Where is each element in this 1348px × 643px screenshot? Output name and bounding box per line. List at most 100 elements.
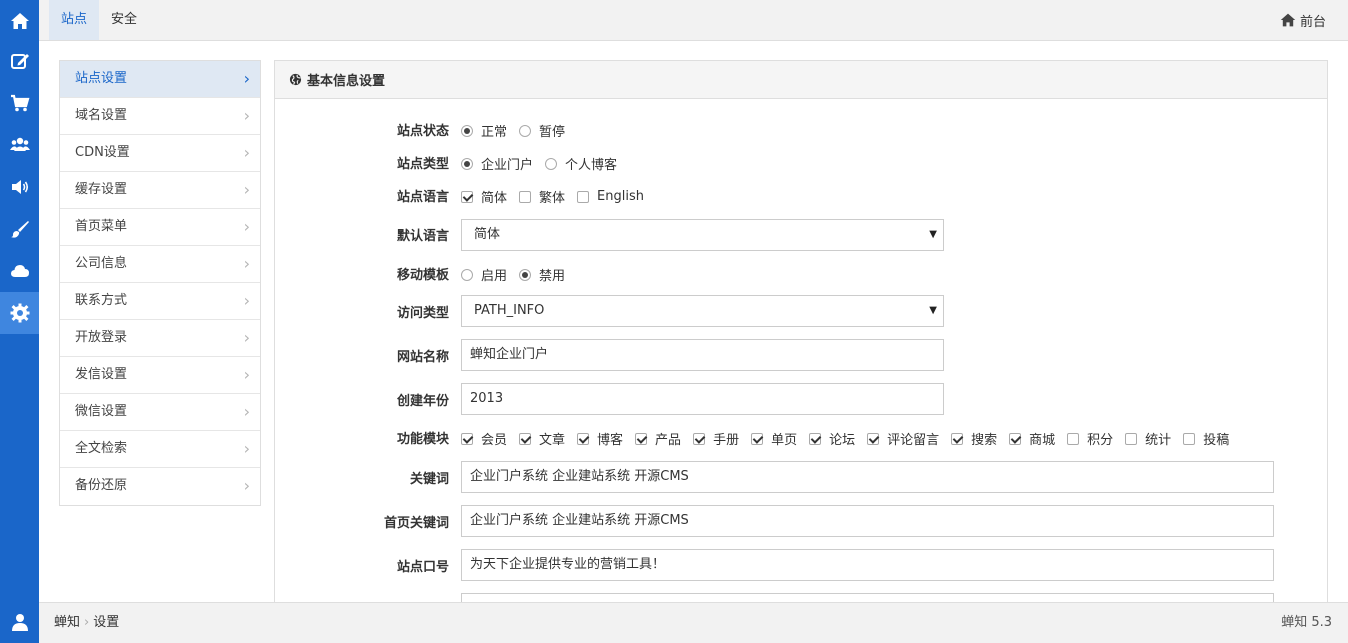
menu-item-label: 全文检索 bbox=[75, 441, 128, 456]
menu-item-home-menu[interactable]: 首页菜单 › bbox=[60, 209, 260, 246]
menu-item-company-info[interactable]: 公司信息 › bbox=[60, 246, 260, 283]
frontend-link[interactable]: 前台 bbox=[1280, 0, 1326, 40]
option-label: 简体 bbox=[481, 191, 508, 206]
caret-down-icon: ▼ bbox=[929, 229, 937, 240]
option-label: 会员 bbox=[481, 433, 508, 448]
module-member-checkbox[interactable]: 会员 bbox=[461, 429, 507, 448]
menu-item-cache-settings[interactable]: 缓存设置 › bbox=[60, 172, 260, 209]
mobile-template-enable-radio[interactable]: 启用 bbox=[461, 265, 507, 284]
chevron-right-icon: › bbox=[243, 291, 250, 310]
content-nav-button[interactable] bbox=[0, 40, 39, 82]
chevron-right-icon: › bbox=[243, 69, 250, 88]
site-status-label: 站点状态 bbox=[396, 124, 449, 139]
menu-item-label: 缓存设置 bbox=[75, 182, 128, 197]
theme-nav-button[interactable] bbox=[0, 208, 39, 250]
module-manual-checkbox[interactable]: 手册 bbox=[693, 429, 739, 448]
module-comment-checkbox[interactable]: 评论留言 bbox=[867, 429, 939, 448]
site-type-blog-radio[interactable]: 个人博客 bbox=[545, 154, 617, 173]
option-label: 投稿 bbox=[1203, 433, 1230, 448]
modules-group: 会员 文章 博客 产品 手册 单页 论坛 评论留言 搜索 商城 积分 统计 投稿 bbox=[461, 429, 1241, 448]
module-forum-checkbox[interactable]: 论坛 bbox=[809, 429, 855, 448]
menu-item-open-login[interactable]: 开放登录 › bbox=[60, 320, 260, 357]
slogan-label: 站点口号 bbox=[396, 560, 449, 575]
menu-item-label: 站点设置 bbox=[75, 71, 128, 86]
chevron-right-icon: › bbox=[243, 439, 250, 458]
site-type-portal-radio[interactable]: 企业门户 bbox=[461, 154, 533, 173]
user-nav-button[interactable] bbox=[0, 601, 39, 643]
menu-item-fulltext-search[interactable]: 全文检索 › bbox=[60, 431, 260, 468]
mobile-template-label: 移动模板 bbox=[396, 268, 449, 283]
site-type-label: 站点类型 bbox=[396, 157, 449, 172]
cloud-nav-button[interactable] bbox=[0, 250, 39, 292]
option-label: 博客 bbox=[597, 433, 624, 448]
option-label: English bbox=[597, 189, 644, 204]
menu-item-label: 首页菜单 bbox=[75, 219, 128, 234]
access-type-select[interactable]: PATH_INFO ▼ bbox=[461, 295, 944, 327]
menu-item-label: 微信设置 bbox=[75, 404, 128, 419]
module-search-checkbox[interactable]: 搜索 bbox=[951, 429, 997, 448]
module-product-checkbox[interactable]: 产品 bbox=[635, 429, 681, 448]
menu-item-label: 发信设置 bbox=[75, 367, 128, 382]
menu-item-label: 域名设置 bbox=[75, 108, 128, 123]
home-keywords-input[interactable]: 企业门户系统 企业建站系统 开源CMS bbox=[461, 505, 1274, 537]
site-language-label: 站点语言 bbox=[396, 190, 449, 205]
module-blog-checkbox[interactable]: 博客 bbox=[577, 429, 623, 448]
settings-menu: 站点设置 › 域名设置 › CDN设置 › 缓存设置 › 首页菜单 › 公司信息 › 联系方… bbox=[59, 60, 261, 506]
site-status-normal-radio[interactable]: 正常 bbox=[461, 121, 507, 140]
home-nav-button[interactable] bbox=[0, 0, 39, 42]
home-icon bbox=[1280, 13, 1296, 27]
founded-year-input[interactable]: 2013 bbox=[461, 383, 944, 415]
tab-security[interactable]: 安全 bbox=[99, 0, 149, 40]
breadcrumb-home[interactable]: 蝉知 bbox=[54, 603, 80, 643]
icon-rail bbox=[0, 0, 39, 643]
version-label: 蝉知 5.3 bbox=[1281, 615, 1332, 630]
promotion-nav-button[interactable] bbox=[0, 166, 39, 208]
menu-item-wechat-settings[interactable]: 微信设置 › bbox=[60, 394, 260, 431]
menu-item-label: 公司信息 bbox=[75, 256, 128, 271]
module-stats-checkbox[interactable]: 统计 bbox=[1125, 429, 1171, 448]
menu-item-cdn-settings[interactable]: CDN设置 › bbox=[60, 135, 260, 172]
mobile-template-group: 启用 禁用 bbox=[461, 265, 577, 284]
option-label: 企业门户 bbox=[481, 158, 534, 173]
breadcrumb: 蝉知 › 设置 bbox=[54, 603, 119, 643]
breadcrumb-current[interactable]: 设置 bbox=[93, 603, 119, 643]
footer-bar: 蝉知 › 设置 蝉知 5.3 bbox=[39, 602, 1348, 643]
module-article-checkbox[interactable]: 文章 bbox=[519, 429, 565, 448]
lang-english-checkbox[interactable]: English bbox=[577, 189, 644, 204]
default-language-select[interactable]: 简体 ▼ bbox=[461, 219, 944, 251]
users-nav-button[interactable] bbox=[0, 124, 39, 166]
lang-simplified-checkbox[interactable]: 简体 bbox=[461, 187, 507, 206]
settings-nav-button[interactable] bbox=[0, 292, 39, 334]
option-label: 搜索 bbox=[971, 433, 998, 448]
user-icon bbox=[11, 614, 28, 631]
brush-icon bbox=[10, 221, 29, 238]
mobile-template-disable-radio[interactable]: 禁用 bbox=[519, 265, 565, 284]
shop-nav-button[interactable] bbox=[0, 82, 39, 124]
menu-item-backup-restore[interactable]: 备份还原 › bbox=[60, 468, 260, 505]
breadcrumb-separator: › bbox=[84, 615, 90, 630]
chevron-right-icon: › bbox=[243, 365, 250, 384]
slogan-input[interactable]: 为天下企业提供专业的营销工具！ bbox=[461, 549, 1274, 581]
lang-traditional-checkbox[interactable]: 繁体 bbox=[519, 187, 565, 206]
site-language-group: 简体 繁体 English bbox=[461, 187, 656, 206]
menu-item-domain-settings[interactable]: 域名设置 › bbox=[60, 98, 260, 135]
gear-icon bbox=[10, 303, 29, 323]
menu-item-site-settings[interactable]: 站点设置 › bbox=[60, 61, 260, 98]
tab-site[interactable]: 站点 bbox=[49, 0, 100, 40]
chevron-right-icon: › bbox=[243, 254, 250, 273]
chevron-right-icon: › bbox=[243, 180, 250, 199]
site-status-paused-radio[interactable]: 暂停 bbox=[519, 121, 565, 140]
keywords-input[interactable]: 企业门户系统 企业建站系统 开源CMS bbox=[461, 461, 1274, 493]
module-shop-checkbox[interactable]: 商城 bbox=[1009, 429, 1055, 448]
module-contribution-checkbox[interactable]: 投稿 bbox=[1183, 429, 1229, 448]
module-score-checkbox[interactable]: 积分 bbox=[1067, 429, 1113, 448]
menu-item-mail-settings[interactable]: 发信设置 › bbox=[60, 357, 260, 394]
menu-item-contact[interactable]: 联系方式 › bbox=[60, 283, 260, 320]
option-label: 评论留言 bbox=[887, 433, 940, 448]
default-language-label: 默认语言 bbox=[396, 229, 449, 244]
site-name-input[interactable]: 蝉知企业门户 bbox=[461, 339, 944, 371]
option-label: 统计 bbox=[1145, 433, 1172, 448]
module-page-checkbox[interactable]: 单页 bbox=[751, 429, 797, 448]
cloud-icon bbox=[10, 265, 29, 277]
site-status-group: 正常 暂停 bbox=[461, 121, 577, 140]
